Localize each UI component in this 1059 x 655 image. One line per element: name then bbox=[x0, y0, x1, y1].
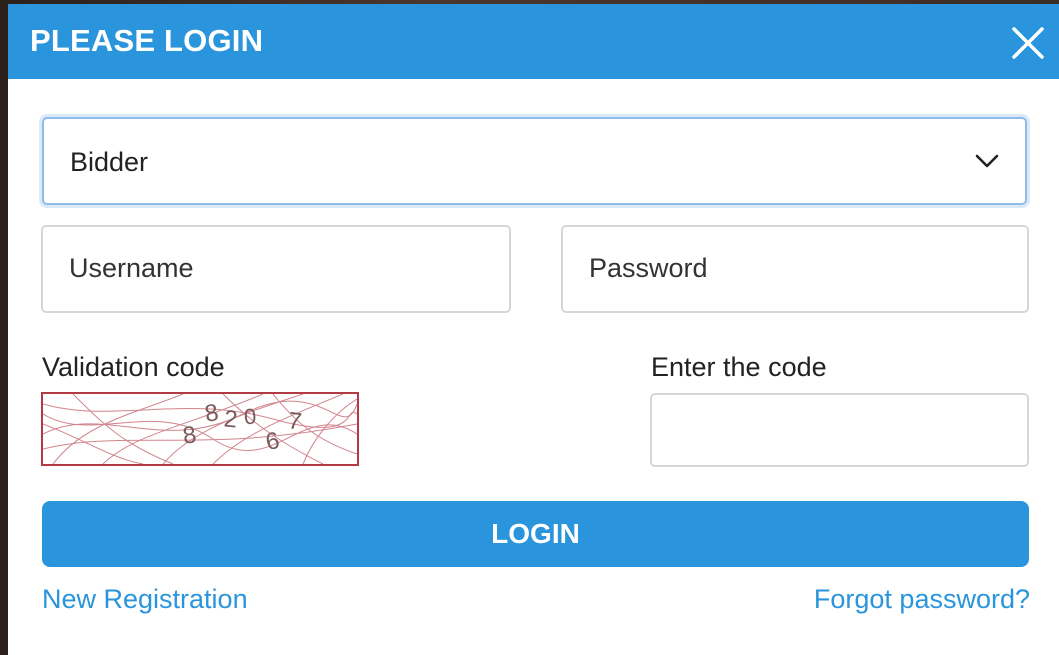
chevron-down-icon bbox=[974, 151, 1000, 171]
role-select-value: Bidder bbox=[70, 147, 149, 177]
forgot-password-link[interactable]: Forgot password? bbox=[814, 584, 1030, 615]
enter-code-label: Enter the code bbox=[651, 352, 827, 382]
close-icon[interactable] bbox=[1011, 26, 1045, 60]
dialog-title: PLEASE LOGIN bbox=[30, 23, 264, 58]
password-input[interactable]: Password bbox=[561, 225, 1029, 313]
dialog-header: PLEASE LOGIN bbox=[8, 4, 1059, 79]
username-input[interactable]: Username bbox=[41, 225, 511, 313]
login-dialog: PLEASE LOGIN Bidder Username Password Va… bbox=[8, 4, 1059, 655]
role-select[interactable]: Bidder bbox=[42, 117, 1027, 205]
login-button[interactable]: LOGIN bbox=[42, 501, 1029, 567]
password-placeholder: Password bbox=[589, 253, 708, 283]
username-placeholder: Username bbox=[69, 253, 194, 283]
new-registration-link[interactable]: New Registration bbox=[42, 584, 248, 615]
validation-code-label: Validation code bbox=[42, 352, 225, 382]
captcha-image bbox=[41, 392, 359, 466]
captcha-code-input[interactable] bbox=[650, 393, 1029, 467]
